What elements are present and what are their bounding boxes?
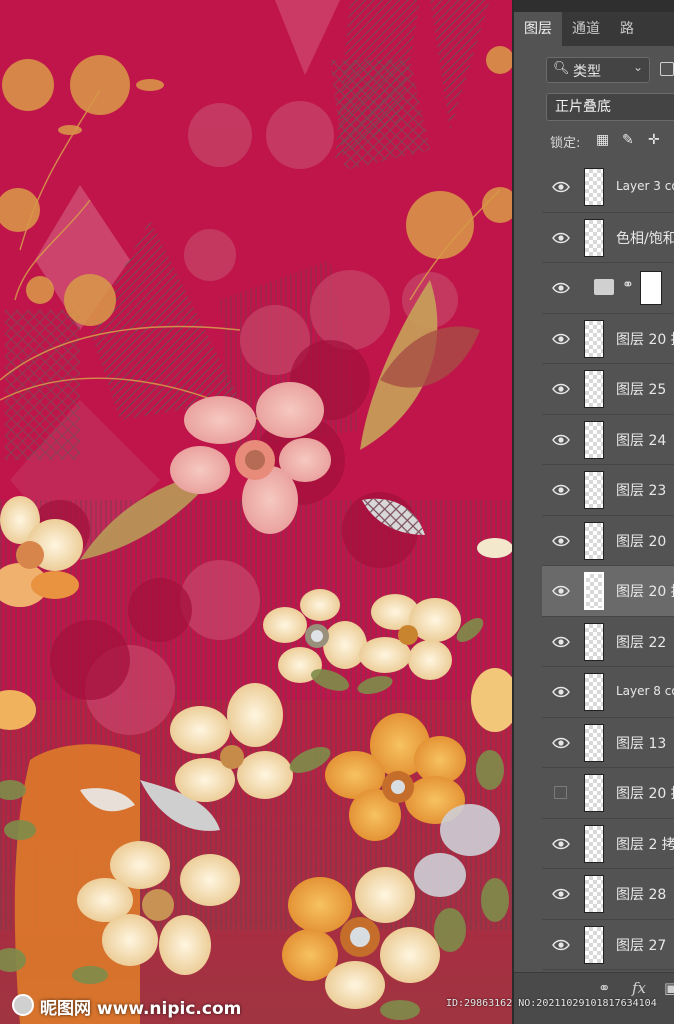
layer-row[interactable]: ⚭ [542,263,674,314]
visibility-eye-icon[interactable] [552,533,570,549]
layer-thumbnail [584,925,604,964]
layer-row[interactable]: 图层 22 [542,616,674,667]
fx-icon[interactable]: fx [632,979,646,997]
layer-row[interactable]: 图层 20 拷 [542,566,674,617]
layer-filter-select[interactable]: 🔍︎ 类型 ⌄ [546,57,650,83]
visibility-eye-icon[interactable] [552,634,570,650]
layer-row[interactable]: 图层 20 [542,515,674,566]
panel-title-bar [514,0,674,12]
visibility-eye-icon[interactable] [552,937,570,953]
link-icon[interactable]: ⚭ [598,979,611,997]
chain-link-icon[interactable]: ⚭ [622,277,634,293]
floral-artwork [0,0,512,1024]
layer-name: 图层 25 [616,382,667,398]
lock-transparent-icon[interactable]: ▦ [596,132,609,148]
layer-name: 图层 27 [616,937,667,954]
layer-thumbnail [584,521,604,560]
tab-channels[interactable]: 通道 [562,12,610,46]
layer-name: 图层 20 [616,533,667,550]
layer-name: 图层 20 拷 [616,584,674,600]
mask-icon[interactable]: ▣ [664,979,674,997]
layer-thumbnail [584,622,604,661]
layer-row[interactable]: Layer 3 co [542,162,674,213]
tab-layers[interactable]: 图层 [514,12,562,46]
artwork-canvas[interactable] [0,0,512,1024]
layers-panel: 图层 通道 路 🔍︎ 类型 ⌄ 正片叠底 锁定: ▦ ✎ ✛ Layer 3 c… [512,0,674,1024]
tab-paths[interactable]: 路 [610,12,644,46]
layer-name: 图层 24 [616,432,667,449]
layer-row[interactable]: Layer 8 co [542,667,674,718]
visibility-eye-icon[interactable] [552,331,570,347]
layer-row[interactable]: 图层 23 [542,465,674,516]
layer-name: 图层 20 拷 [616,786,674,802]
layer-row[interactable]: 图层 2 拷 [542,818,674,869]
layer-thumbnail [584,168,604,206]
layer-row[interactable]: 色相/饱和 [542,212,674,263]
layer-row[interactable]: 图层 27 [542,919,674,970]
lock-brush-icon[interactable]: ✎ [622,132,634,148]
layer-row[interactable]: 图层 25 [542,364,674,415]
adjustment-layer-icon [594,279,614,295]
visibility-eye-icon[interactable] [552,230,570,246]
layer-name: 图层 2 拷 [616,836,674,853]
search-icon: 🔍︎ [553,61,570,76]
visibility-eye-icon[interactable] [552,583,570,599]
lock-label: 锁定: [550,136,581,151]
layer-thumbnail [584,370,604,408]
layer-row[interactable]: 图层 20 拷 [542,768,674,819]
visibility-eye-icon[interactable] [552,886,570,902]
layer-name: Layer 8 co [616,684,674,698]
chevron-down-icon: ⌄ [632,60,643,74]
visibility-eye-icon[interactable] [552,432,570,448]
visibility-eye-icon[interactable] [552,735,570,751]
layer-thumbnail [584,572,604,610]
layer-name: 图层 13 [616,735,667,752]
image-filter-icon[interactable] [660,62,674,76]
layers-list: Layer 3 co 色相/饱和 ⚭ 图层 20 拷图层 25 图层 24 图层 23 图层… [542,162,674,970]
layer-row[interactable]: 图层 28 [542,869,674,920]
visibility-eye-icon[interactable] [552,836,570,852]
layer-thumbnail [584,673,604,711]
layer-thumbnail [584,420,604,459]
visibility-eye-icon[interactable] [552,179,570,195]
blend-mode-select[interactable]: 正片叠底 [546,93,674,121]
layer-row[interactable]: 图层 13 [542,717,674,768]
filter-type-label: 类型 [573,64,601,80]
layer-name: Layer 3 co [616,179,674,193]
layer-filter-row: 🔍︎ 类型 ⌄ [514,52,674,90]
layer-thumbnail [584,824,604,863]
layer-row[interactable]: 图层 20 拷 [542,313,674,364]
lock-row: 锁定: ▦ ✎ ✛ [514,126,674,156]
layer-thumbnail [584,723,604,762]
layer-row[interactable]: 图层 24 [542,414,674,465]
visibility-eye-icon[interactable] [552,482,570,498]
layer-mask-thumbnail[interactable] [640,271,662,305]
layer-name: 图层 23 [616,483,667,499]
visibility-eye-icon[interactable] [552,280,570,296]
layer-thumbnail [584,471,604,509]
layer-thumbnail [584,218,604,257]
layer-thumbnail [584,875,604,913]
layer-thumbnail [584,319,604,358]
visibility-toggle-empty[interactable] [554,786,567,799]
panel-tabs: 图层 通道 路 [514,12,674,46]
layer-name: 图层 20 拷 [616,331,674,348]
layer-name: 图层 22 [616,634,667,651]
visibility-eye-icon[interactable] [552,381,570,397]
layer-name: 色相/饱和 [616,230,674,247]
visibility-eye-icon[interactable] [552,684,570,700]
layer-name: 图层 28 [616,887,667,903]
layer-thumbnail [584,774,604,812]
panel-bottom-bar: ⚭ fx ▣ [514,972,674,1024]
lock-move-icon[interactable]: ✛ [648,132,660,148]
